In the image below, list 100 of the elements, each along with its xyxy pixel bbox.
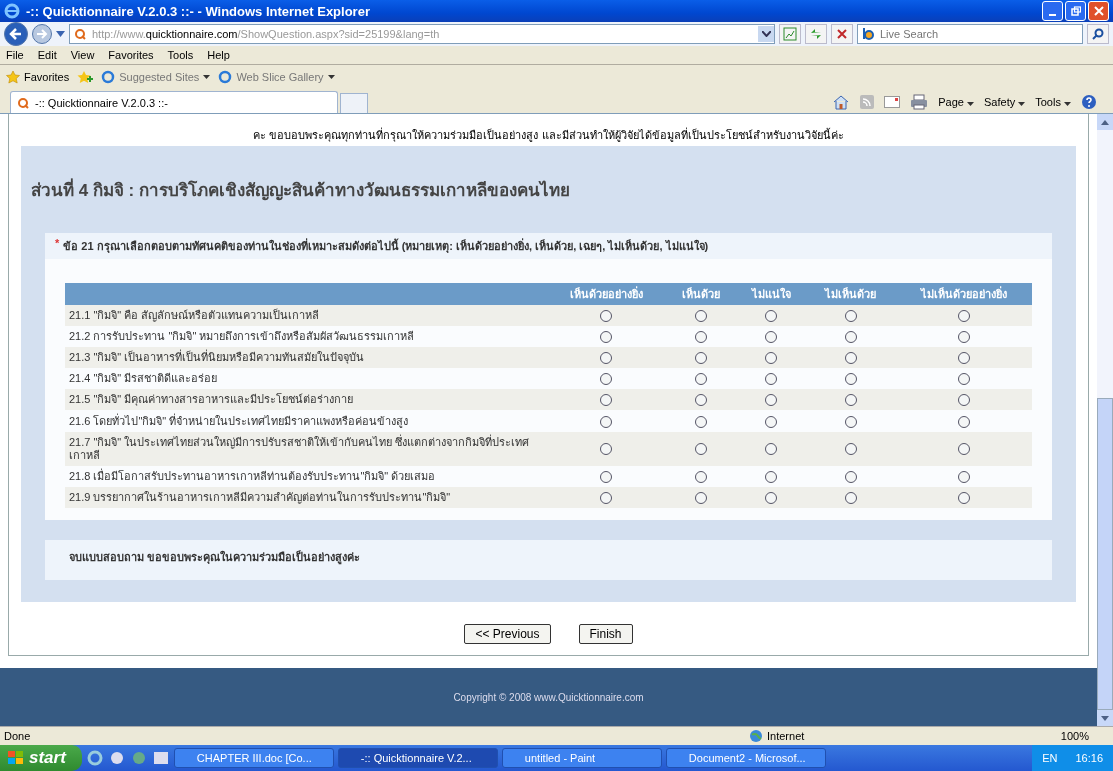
radio-button[interactable] <box>844 352 857 365</box>
radio-button[interactable] <box>957 373 970 386</box>
minimize-button[interactable] <box>1042 1 1063 21</box>
command-menu[interactable]: Tools <box>1035 96 1071 108</box>
quick-launch-icon[interactable] <box>152 750 169 766</box>
search-provider-icon <box>860 27 876 41</box>
radio-button[interactable] <box>694 470 707 483</box>
start-button[interactable]: start <box>0 745 82 771</box>
radio-button[interactable] <box>765 443 778 456</box>
radio-button[interactable] <box>600 415 613 428</box>
zoom-control[interactable]: 100% <box>989 730 1109 742</box>
restore-button[interactable] <box>1065 1 1086 21</box>
back-button[interactable] <box>4 22 28 46</box>
home-icon[interactable] <box>832 94 851 110</box>
search-button[interactable] <box>1087 24 1109 44</box>
statement-cell: 21.2 การรับประทาน "กิมจิ" หมายถึงการเข้าถึงหรือสัมผัสวัฒนธรรมเกาหลี <box>65 326 547 348</box>
favorites-button[interactable]: Favorites <box>6 70 70 84</box>
radio-button[interactable] <box>765 470 778 483</box>
radio-button[interactable] <box>957 491 970 504</box>
caret-icon <box>1064 102 1071 106</box>
menu-item[interactable]: Help <box>207 49 230 61</box>
radio-button[interactable] <box>600 352 613 365</box>
radio-button[interactable] <box>600 394 613 407</box>
radio-button[interactable] <box>844 310 857 323</box>
radio-button[interactable] <box>694 310 707 323</box>
radio-button[interactable] <box>600 443 613 456</box>
favorites-link[interactable]: Suggested Sites <box>101 70 211 84</box>
menu-item[interactable]: File <box>6 49 24 61</box>
taskbar-button[interactable]: Document2 - Microsof... <box>665 748 826 768</box>
forward-arrow-icon <box>36 28 48 40</box>
statement-cell: 21.5 "กิมจิ" มีคุณค่าทางสารอาหารและมีประโยชน์ต่อร่างกาย <box>65 389 547 411</box>
radio-button[interactable] <box>600 373 613 386</box>
radio-button[interactable] <box>600 331 613 344</box>
radio-button[interactable] <box>844 443 857 456</box>
radio-button[interactable] <box>765 394 778 407</box>
help-icon[interactable] <box>1081 94 1097 110</box>
radio-button[interactable] <box>694 331 707 344</box>
command-menu[interactable]: Safety <box>984 96 1026 108</box>
radio-button[interactable] <box>957 443 970 456</box>
menu-item[interactable]: View <box>70 49 95 61</box>
quick-launch-icon[interactable] <box>108 750 125 766</box>
add-favorite-icon[interactable] <box>77 70 94 84</box>
radio-button[interactable] <box>694 352 707 365</box>
security-zone: Internet <box>749 729 989 743</box>
radio-button[interactable] <box>844 470 857 483</box>
command-menu[interactable]: Page <box>938 96 974 108</box>
forward-button[interactable] <box>32 24 52 44</box>
windows-flag-icon <box>8 751 24 765</box>
radio-button[interactable] <box>765 352 778 365</box>
radio-button[interactable] <box>600 310 613 323</box>
column-header: เห็นด้วยอย่างยิ่ง <box>547 283 666 305</box>
stop-icon[interactable] <box>831 24 853 44</box>
print-icon[interactable] <box>910 94 929 110</box>
radio-button[interactable] <box>957 415 970 428</box>
nav-button[interactable]: << Previous <box>464 623 551 644</box>
radio-button[interactable] <box>765 310 778 323</box>
radio-button[interactable] <box>765 491 778 504</box>
radio-button[interactable] <box>765 331 778 344</box>
search-field[interactable]: Live Search <box>857 24 1083 44</box>
radio-button[interactable] <box>765 415 778 428</box>
radio-button[interactable] <box>957 310 970 323</box>
radio-button[interactable] <box>957 352 970 365</box>
column-header: เห็นด้วย <box>665 283 736 305</box>
favorites-link[interactable]: Web Slice Gallery <box>218 70 335 84</box>
caret-icon <box>967 102 974 106</box>
scrollbar[interactable] <box>1097 114 1113 726</box>
radio-button[interactable] <box>957 394 970 407</box>
radio-button[interactable] <box>694 491 707 504</box>
browser-tab[interactable]: -:: Quicktionnaire V.2.0.3 ::- <box>10 91 338 113</box>
scroll-down-icon[interactable] <box>1101 715 1109 721</box>
radio-button[interactable] <box>844 394 857 407</box>
address-field[interactable]: http://www.quicktionnaire.com/ShowQuestion.aspx?sid=25199&lang=th <box>69 24 775 44</box>
radio-button[interactable] <box>694 373 707 386</box>
radio-button[interactable] <box>600 470 613 483</box>
scroll-up-icon[interactable] <box>1101 119 1109 125</box>
taskbar-button[interactable]: untitled - Paint <box>501 748 662 768</box>
radio-button[interactable] <box>844 491 857 504</box>
radio-button[interactable] <box>957 470 970 483</box>
address-dropdown-button[interactable] <box>758 26 774 42</box>
quick-launch-icon[interactable] <box>86 750 103 766</box>
taskbar-button[interactable]: -:: Quicktionnaire V.2... <box>337 748 498 768</box>
radio-button[interactable] <box>957 331 970 344</box>
menu-item[interactable]: Edit <box>37 49 57 61</box>
menu-item[interactable]: Favorites <box>108 49 154 61</box>
close-button[interactable] <box>1088 1 1109 21</box>
radio-button[interactable] <box>765 373 778 386</box>
menu-item[interactable]: Tools <box>167 49 194 61</box>
taskbar-button[interactable]: CHAPTER III.doc [Co... <box>173 748 334 768</box>
radio-button[interactable] <box>694 443 707 456</box>
dropdown-icon[interactable] <box>56 31 65 37</box>
column-header: ไม่แน่ใจ <box>735 283 807 305</box>
mail-icon[interactable] <box>884 96 901 108</box>
search-icon <box>1092 28 1104 40</box>
nav-button[interactable]: Finish <box>578 623 633 644</box>
radio-button[interactable] <box>600 491 613 504</box>
radio-button[interactable] <box>844 415 857 428</box>
radio-button[interactable] <box>694 394 707 407</box>
radio-button[interactable] <box>844 331 857 344</box>
radio-button[interactable] <box>844 373 857 386</box>
radio-button[interactable] <box>694 415 707 428</box>
